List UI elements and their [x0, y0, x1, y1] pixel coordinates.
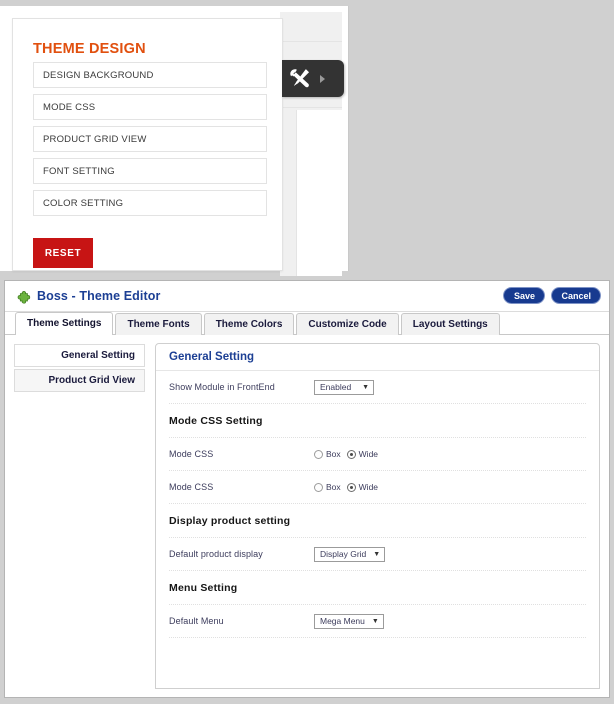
- radio-option-wide[interactable]: Wide: [346, 449, 379, 459]
- plugin-puzzle-icon: [17, 291, 31, 304]
- default-product-display-select[interactable]: Display Grid ▼: [314, 546, 386, 562]
- reset-button[interactable]: RESET: [33, 238, 93, 268]
- field-label: Mode CSS: [169, 449, 214, 459]
- field-label: Default Menu: [169, 616, 224, 626]
- wrench-pencil-icon: [290, 69, 310, 88]
- sidebar-item-product-grid-view[interactable]: Product Grid View: [14, 369, 145, 392]
- field-label: Default product display: [169, 549, 263, 559]
- content-heading: General Setting: [156, 344, 599, 371]
- section-heading-display-product: Display product setting: [169, 504, 586, 538]
- content-panel: General Setting Show Module in FrontEnd …: [155, 343, 600, 689]
- triangle-right-icon: [320, 74, 325, 83]
- select-value: Mega Menu: [320, 616, 365, 626]
- form-row-mode-css-1: Mode CSS Box Wide: [169, 438, 586, 471]
- radio-label: Box: [326, 449, 341, 459]
- form-row-default-product-display: Default product display Display Grid ▼: [169, 538, 586, 571]
- select-value: Display Grid: [320, 549, 367, 559]
- modal-body: General Setting Product Grid View Genera…: [5, 335, 609, 689]
- modal-title: Boss - Theme Editor: [37, 289, 161, 303]
- field-label: Mode CSS: [169, 482, 214, 492]
- settings-form: Show Module in FrontEnd Enabled ▼ Mode C…: [156, 371, 599, 638]
- sidebar-item-general-setting[interactable]: General Setting: [14, 344, 145, 367]
- form-row-default-menu: Default Menu Mega Menu ▼: [169, 605, 586, 638]
- theme-design-title: THEME DESIGN: [33, 41, 146, 57]
- section-heading-menu-setting: Menu Setting: [169, 571, 586, 605]
- radio-icon-selected[interactable]: [346, 449, 356, 459]
- radio-option-wide[interactable]: Wide: [346, 482, 379, 492]
- field-control: Enabled ▼: [314, 379, 586, 395]
- save-button[interactable]: Save: [503, 287, 546, 304]
- tab-layout-settings[interactable]: Layout Settings: [400, 313, 500, 335]
- field-control: Display Grid ▼: [314, 546, 586, 562]
- background-strip: [280, 12, 342, 42]
- modal-header: Boss - Theme Editor Save Cancel: [5, 281, 609, 312]
- background-column: [296, 110, 342, 276]
- radio-icon-selected[interactable]: [346, 482, 356, 492]
- theme-item-product-grid-view[interactable]: PRODUCT GRID VIEW: [33, 126, 267, 152]
- mode-css-radio-group-1: Box Wide: [314, 449, 378, 459]
- default-menu-select[interactable]: Mega Menu ▼: [314, 613, 384, 629]
- theme-item-font-setting[interactable]: FONT SETTING: [33, 158, 267, 184]
- tab-bar: Theme Settings Theme Fonts Theme Colors …: [5, 312, 609, 335]
- theme-design-list: DESIGN BACKGROUND MODE CSS PRODUCT GRID …: [33, 62, 267, 222]
- theme-editor-region: Boss - Theme Editor Save Cancel Theme Se…: [0, 277, 614, 704]
- show-module-select[interactable]: Enabled ▼: [314, 379, 374, 395]
- chevron-down-icon: ▼: [371, 617, 379, 625]
- radio-icon[interactable]: [314, 449, 323, 459]
- side-nav: General Setting Product Grid View: [14, 343, 145, 689]
- form-row-show-module: Show Module in FrontEnd Enabled ▼: [169, 371, 586, 404]
- tab-theme-colors[interactable]: Theme Colors: [203, 313, 295, 335]
- tab-customize-code[interactable]: Customize Code: [296, 313, 399, 335]
- screenshot-root: THEME DESIGN DESIGN BACKGROUND MODE CSS …: [0, 0, 614, 704]
- field-label: Show Module in FrontEnd: [169, 382, 275, 392]
- radio-label: Box: [326, 482, 341, 492]
- theme-item-color-setting[interactable]: COLOR SETTING: [33, 190, 267, 216]
- chevron-down-icon: ▼: [362, 383, 369, 391]
- radio-option-box[interactable]: Box: [314, 482, 341, 492]
- section-heading-mode-css: Mode CSS Setting: [169, 404, 586, 438]
- modal-header-actions: Save Cancel: [503, 287, 601, 304]
- tab-theme-settings[interactable]: Theme Settings: [15, 312, 114, 335]
- field-control: Box Wide: [314, 482, 586, 492]
- chevron-down-icon: ▼: [373, 550, 381, 558]
- select-value: Enabled: [320, 382, 352, 392]
- theme-item-mode-css[interactable]: MODE CSS: [33, 94, 267, 120]
- field-control: Box Wide: [314, 449, 586, 459]
- radio-option-box[interactable]: Box: [314, 449, 341, 459]
- tab-theme-fonts[interactable]: Theme Fonts: [115, 313, 202, 335]
- theme-tool-tab[interactable]: [282, 60, 344, 97]
- storefront-page: THEME DESIGN DESIGN BACKGROUND MODE CSS …: [0, 6, 349, 276]
- mode-css-radio-group-2: Box Wide: [314, 482, 378, 492]
- radio-label: Wide: [358, 482, 379, 492]
- theme-editor-modal: Boss - Theme Editor Save Cancel Theme Se…: [4, 280, 610, 698]
- radio-label: Wide: [358, 449, 379, 459]
- theme-item-design-background[interactable]: DESIGN BACKGROUND: [33, 62, 267, 88]
- radio-icon[interactable]: [314, 482, 323, 492]
- top-screenshot-region: THEME DESIGN DESIGN BACKGROUND MODE CSS …: [0, 0, 614, 277]
- cancel-button[interactable]: Cancel: [551, 287, 601, 304]
- form-row-mode-css-2: Mode CSS Box Wide: [169, 471, 586, 504]
- theme-design-panel: THEME DESIGN DESIGN BACKGROUND MODE CSS …: [12, 18, 283, 271]
- field-control: Mega Menu ▼: [314, 613, 586, 629]
